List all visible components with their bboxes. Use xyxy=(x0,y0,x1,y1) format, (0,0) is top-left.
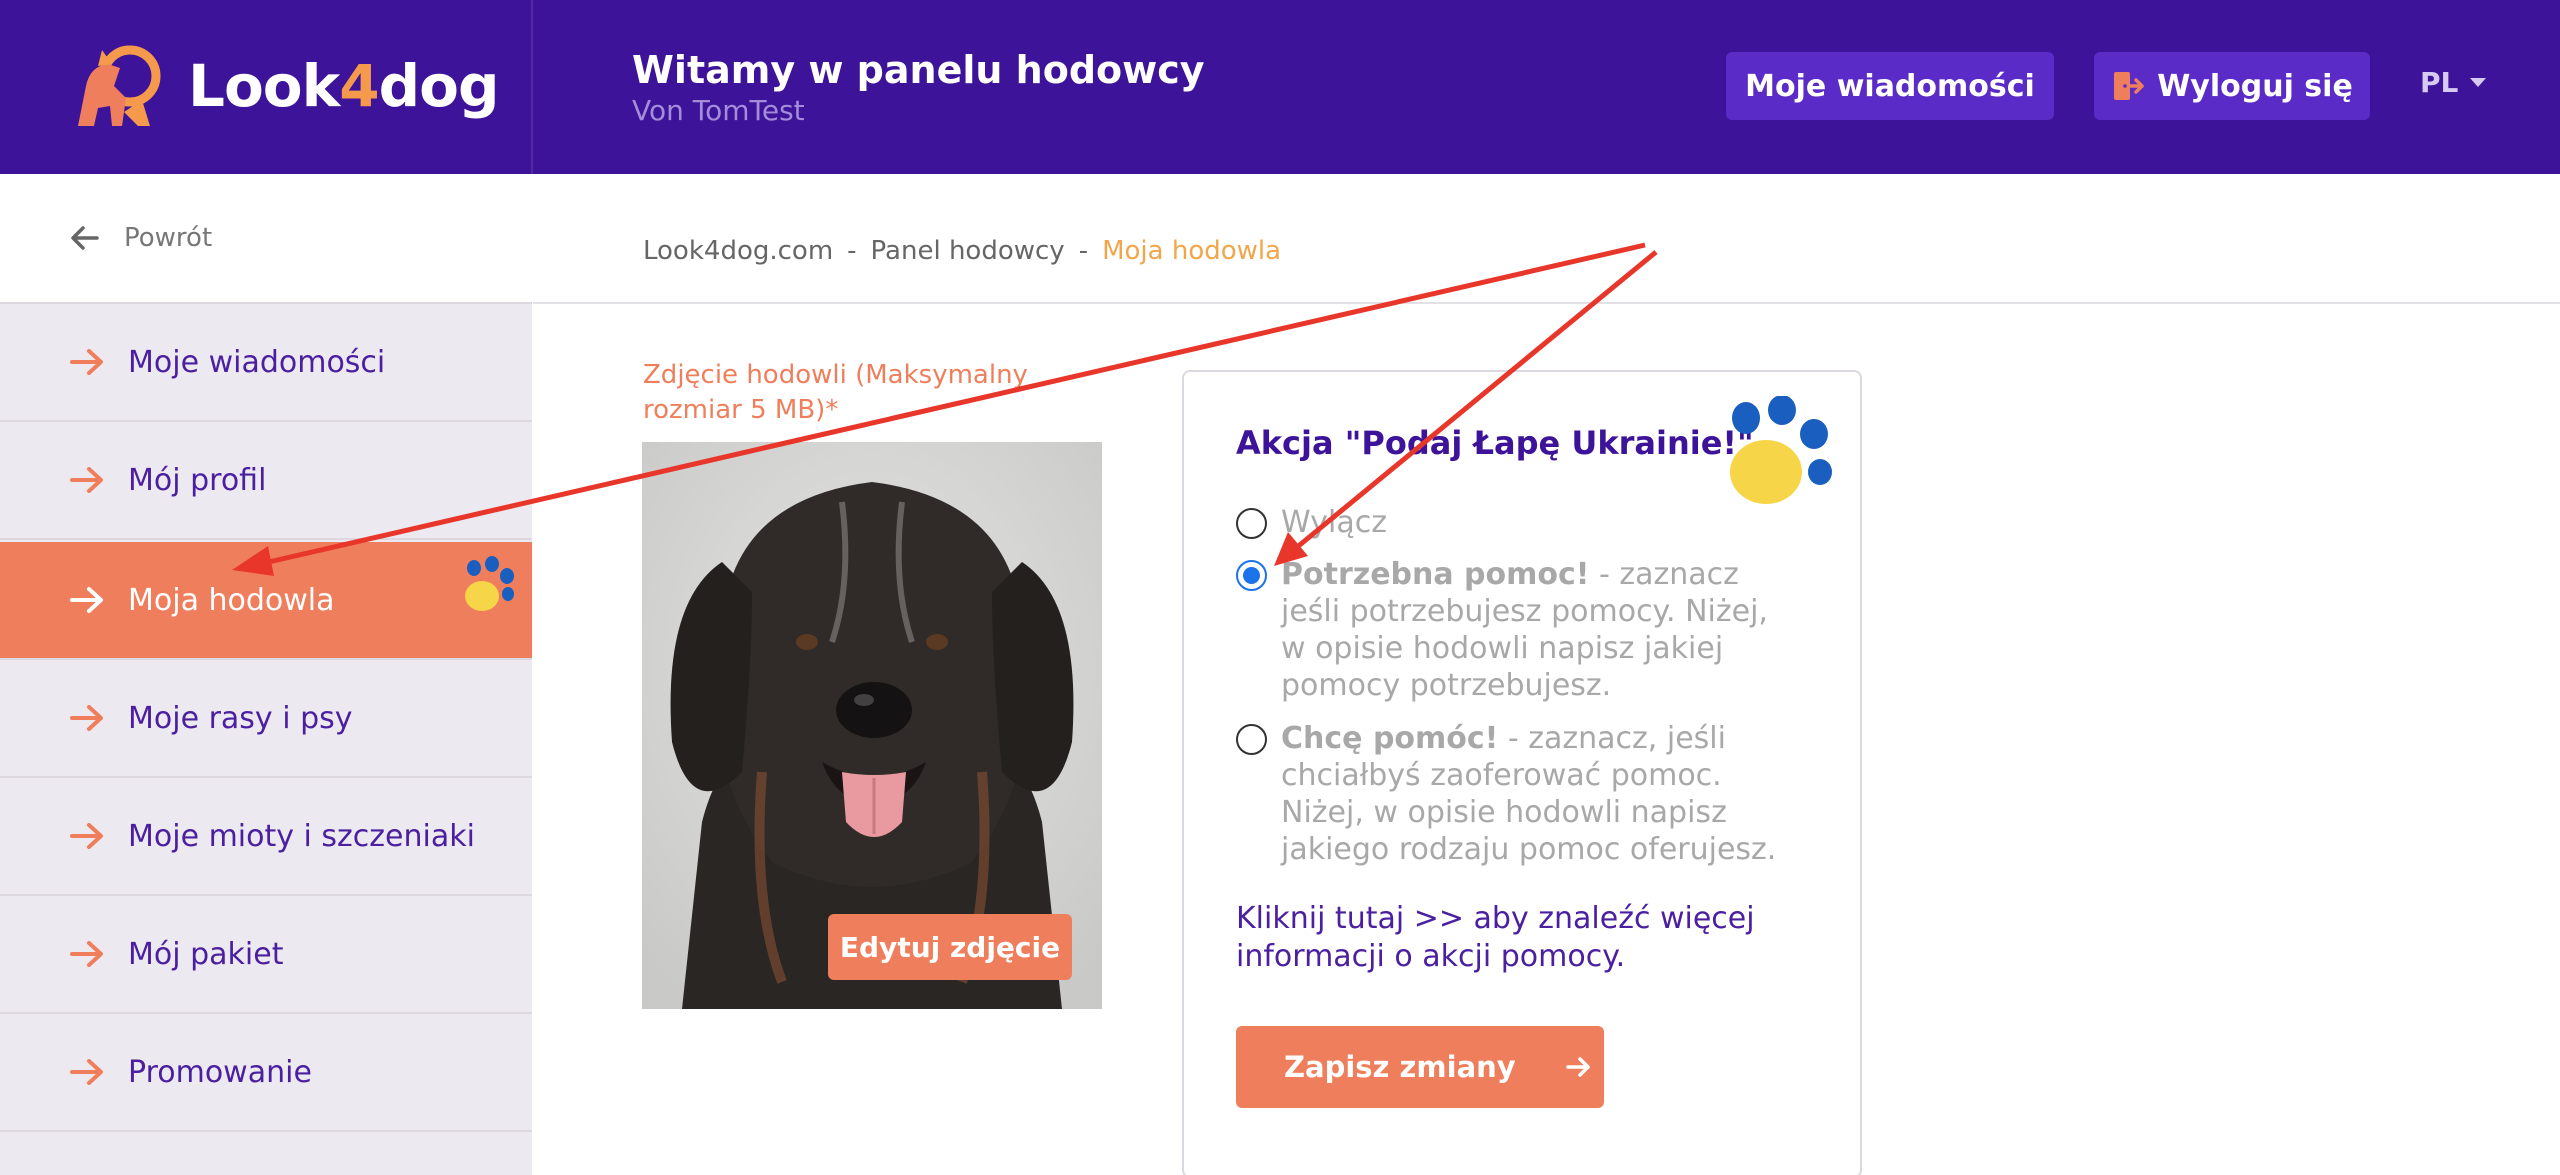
arrow-left-icon xyxy=(71,226,99,250)
option-text: Potrzebna pomoc! - zaznacz jeśli potrzeb… xyxy=(1281,557,1768,703)
exit-door-icon xyxy=(2114,72,2144,100)
messages-button[interactable]: Moje wiadomości xyxy=(1726,52,2054,120)
sidebar-item-kennel[interactable]: Moja hodowla xyxy=(0,542,532,660)
sidebar-item-litters-puppies[interactable]: Moje mioty i szczeniaki xyxy=(0,778,532,896)
save-changes-button[interactable]: Zapisz zmiany xyxy=(1236,1026,1604,1108)
welcome-title: Witamy w panelu hodowcy xyxy=(632,48,1205,92)
arrow-right-icon xyxy=(70,1059,103,1085)
breadcrumb: Look4dog.com - Panel hodowcy - Moja hodo… xyxy=(643,236,1281,266)
logo-area[interactable]: Look4dog xyxy=(0,0,533,174)
sidebar-item-label: Moje rasy i psy xyxy=(128,700,353,736)
arrow-right-icon xyxy=(70,349,103,375)
sidebar-item-label: Moje wiadomości xyxy=(128,344,386,380)
ukraine-paw-icon xyxy=(1730,396,1832,504)
arrow-right-icon xyxy=(70,467,103,493)
save-changes-label: Zapisz zmiany xyxy=(1284,1050,1516,1084)
breadcrumb-current: Moja hodowla xyxy=(1102,236,1282,266)
arrow-right-icon xyxy=(70,941,103,967)
top-header: Look4dog Witamy w panelu hodowcy Von Tom… xyxy=(0,0,2560,174)
breadcrumb-home-link[interactable]: Look4dog.com xyxy=(643,236,833,266)
radio-disable[interactable] xyxy=(1236,508,1267,539)
sidebar-item-label: Mój profil xyxy=(128,462,267,498)
chevron-down-icon xyxy=(2470,78,2487,87)
option-need-help[interactable]: Potrzebna pomoc! - zaznacz jeśli potrzeb… xyxy=(1236,556,1801,704)
sidebar: Powrót Moje wiadomości Mój profil Moja h… xyxy=(0,174,532,1175)
option-offer-help[interactable]: Chcę pomóc! - zaznacz, jeśli chciałbyś z… xyxy=(1236,720,1801,868)
logout-button[interactable]: Wyloguj się xyxy=(2094,52,2370,120)
sidebar-item-label: Mój pakiet xyxy=(128,936,284,972)
welcome-subtitle: Von TomTest xyxy=(632,94,805,127)
card-title: Akcja "Podaj Łapę Ukrainie!" xyxy=(1236,424,1754,462)
sidebar-item-label: Promowanie xyxy=(128,1054,312,1090)
logo-text: Look4dog xyxy=(188,52,499,120)
sidebar-item-label: Moje mioty i szczeniaki xyxy=(128,818,475,854)
sidebar-item-package[interactable]: Mój pakiet xyxy=(0,896,532,1014)
arrow-right-icon xyxy=(1565,1057,1590,1077)
sidebar-item-profile[interactable]: Mój profil xyxy=(0,422,532,540)
option-text: Wyłącz xyxy=(1281,505,1388,540)
radio-offer-help[interactable] xyxy=(1236,724,1267,755)
sidebar-item-breeds-dogs[interactable]: Moje rasy i psy xyxy=(0,660,532,778)
edit-photo-button[interactable]: Edytuj zdjęcie xyxy=(828,914,1072,980)
sidebar-item-label: Moja hodowla xyxy=(128,582,335,618)
sidebar-item-messages[interactable]: Moje wiadomości xyxy=(0,304,532,422)
arrow-right-icon xyxy=(70,823,103,849)
option-disable[interactable]: Wyłącz xyxy=(1236,504,1801,541)
logout-button-label: Wyloguj się xyxy=(2157,68,2353,104)
language-selector[interactable]: PL xyxy=(2420,66,2487,99)
sidebar-item-promotion[interactable]: Promowanie xyxy=(0,1014,532,1132)
page: Look4dog Witamy w panelu hodowcy Von Tom… xyxy=(0,0,2560,1175)
edit-photo-label: Edytuj zdjęcie xyxy=(839,930,1061,964)
arrow-right-icon xyxy=(70,705,103,731)
radio-need-help[interactable] xyxy=(1236,560,1267,591)
breadcrumb-panel-link[interactable]: Panel hodowcy xyxy=(871,236,1065,266)
back-link[interactable]: Powrót xyxy=(0,174,532,304)
more-info-link[interactable]: Kliknij tutaj >> aby znaleźć więcej info… xyxy=(1236,900,1796,976)
language-label: PL xyxy=(2420,66,2459,99)
photo-label: Zdjęcie hodowli (Maksymalny rozmiar 5 MB… xyxy=(643,360,1028,425)
dog-logo-icon xyxy=(78,45,161,126)
arrow-right-icon xyxy=(70,587,103,613)
option-text: Chcę pomóc! - zaznacz, jeśli chciałbyś z… xyxy=(1281,721,1777,867)
ukraine-paw-icon xyxy=(465,556,514,611)
breadcrumb-bar: Look4dog.com - Panel hodowcy - Moja hodo… xyxy=(533,174,2560,304)
breadcrumb-separator: - xyxy=(1078,236,1089,266)
messages-button-label: Moje wiadomości xyxy=(1745,68,2035,104)
back-label: Powrót xyxy=(124,223,213,253)
breadcrumb-separator: - xyxy=(847,236,857,266)
